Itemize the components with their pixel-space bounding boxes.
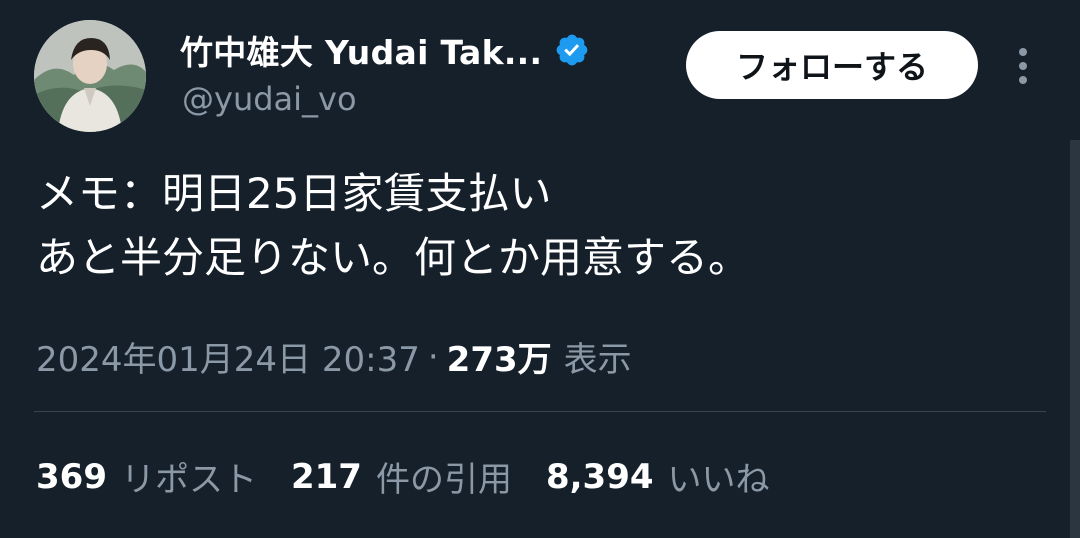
divider [34,411,1046,412]
likes-stat[interactable]: 8,394 いいね [546,452,770,501]
avatar-image [34,20,146,132]
reposts-stat[interactable]: 369 リポスト [36,452,257,501]
tweet-timestamp[interactable]: 2024年01月24日 20:37 [36,332,420,381]
quotes-stat[interactable]: 217 件の引用 [291,452,512,501]
author-display-name[interactable]: 竹中雄大 Yudai Tak... [180,26,542,74]
meta-separator: · [427,336,439,377]
more-options-icon[interactable] [1008,44,1038,88]
engagement-stats: 369 リポスト 217 件の引用 8,394 いいね [36,452,804,501]
reposts-label: リポスト [120,460,257,500]
author-handle[interactable]: @yudai_vo [182,80,357,118]
author-name-row[interactable]: 竹中雄大 Yudai Tak... [180,26,590,74]
verified-badge-icon [554,32,590,68]
avatar[interactable] [34,20,146,132]
likes-count: 8,394 [545,456,654,497]
tweet-detail: 竹中雄大 Yudai Tak... @yudai_vo フォローする メモ：明日… [0,0,1080,538]
tweet-metadata: 2024年01月24日 20:37 · 273万 表示 [36,332,632,381]
tweet-text-line: あと半分足りない。何とか用意する。 [36,233,751,282]
tweet-text: メモ：明日25日家賃支払い あと半分足りない。何とか用意する。 [36,162,750,290]
reposts-count: 369 [36,456,107,497]
views-label: 表示 [563,340,632,380]
quotes-count: 217 [290,456,362,497]
likes-label: いいね [667,460,770,500]
views-count: 273万 [446,340,552,380]
follow-button[interactable]: フォローする [686,31,978,99]
quotes-label: 件の引用 [375,460,512,500]
scrollbar[interactable] [1070,140,1080,538]
tweet-text-line: メモ：明日25日家賃支払い [36,169,552,218]
